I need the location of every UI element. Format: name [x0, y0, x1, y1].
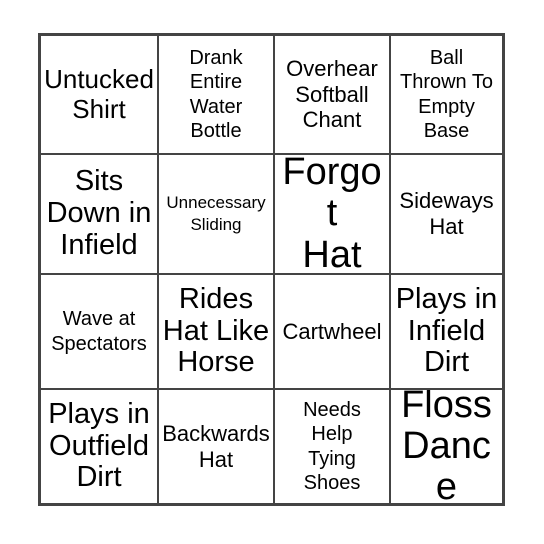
bingo-cell-r1c4[interactable]: Ball Thrown To Empty Base: [391, 36, 502, 155]
bingo-cell-r3c3[interactable]: Cartwheel: [275, 275, 391, 390]
bingo-cell-label: Wave at Spectators: [51, 308, 147, 355]
bingo-cell-label: Floss Dance: [401, 390, 492, 503]
bingo-cell-label: Plays in Outfield Dirt: [48, 397, 150, 494]
bingo-cell-r3c1[interactable]: Wave at Spectators: [41, 275, 159, 390]
bingo-cell-r3c2[interactable]: Rides Hat Like Horse: [159, 275, 275, 390]
bingo-cell-r2c4[interactable]: Sideways Hat: [391, 155, 502, 275]
bingo-cell-label: Ball Thrown To Empty Base: [399, 46, 493, 142]
bingo-cell-label: Cartwheel: [282, 318, 382, 344]
bingo-cell-r4c4[interactable]: Floss Dance: [391, 390, 502, 503]
bingo-cell-label: Sits Down in Infield: [46, 165, 152, 261]
bingo-cell-r1c1[interactable]: Untucked Shirt: [41, 36, 159, 155]
bingo-cell-r1c2[interactable]: Drank Entire Water Bottle: [159, 36, 275, 155]
bingo-cell-r4c2[interactable]: Backwards Hat: [159, 390, 275, 503]
bingo-cell-label: Unnecessary Sliding: [166, 192, 266, 234]
bingo-cell-label: Needs Help Tying Shoes: [303, 398, 361, 494]
bingo-cell-label: Rides Hat Like Horse: [162, 282, 270, 379]
bingo-cell-label: Sideways Hat: [399, 188, 494, 239]
bingo-cell-label: Backwards Hat: [162, 420, 270, 472]
bingo-cell-label: Plays in Infield Dirt: [395, 282, 498, 379]
bingo-cell-label: Overhear Softball Chant: [286, 55, 378, 133]
bingo-cell-r4c3[interactable]: Needs Help Tying Shoes: [275, 390, 391, 503]
bingo-cell-r2c1[interactable]: Sits Down in Infield: [41, 155, 159, 275]
bingo-cell-label: Forgot Hat: [282, 155, 382, 275]
bingo-cell-label: Drank Entire Water Bottle: [189, 46, 243, 142]
bingo-cell-r2c3[interactable]: Forgot Hat: [275, 155, 391, 275]
bingo-card: Untucked Shirt Drank Entire Water Bottle O…: [38, 33, 505, 506]
bingo-cell-r1c3[interactable]: Overhear Softball Chant: [275, 36, 391, 155]
bingo-cell-r4c1[interactable]: Plays in Outfield Dirt: [41, 390, 159, 503]
bingo-cell-r3c4[interactable]: Plays in Infield Dirt: [391, 275, 502, 390]
bingo-cell-label: Untucked Shirt: [44, 64, 154, 124]
bingo-cell-r2c2[interactable]: Unnecessary Sliding: [159, 155, 275, 275]
